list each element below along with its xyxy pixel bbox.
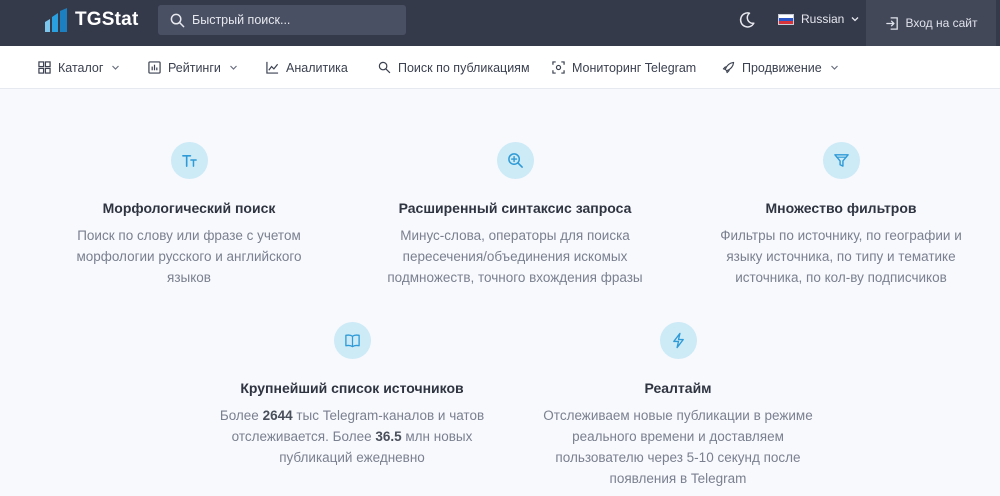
nav-item-catalog[interactable]: Каталог bbox=[38, 46, 120, 89]
feature-morphology: Морфологический поиск Поиск по слову или… bbox=[58, 142, 320, 288]
feature-icon-circle bbox=[333, 322, 371, 359]
search-input[interactable] bbox=[192, 13, 392, 27]
scan-icon bbox=[552, 61, 565, 74]
login-icon bbox=[885, 16, 898, 30]
desc-text: Более bbox=[219, 408, 263, 423]
channel-count: 2644 bbox=[262, 408, 293, 423]
nav-label: Мониторинг Telegram bbox=[572, 60, 697, 75]
chevron-down-icon bbox=[229, 65, 237, 70]
nav-label: Аналитика bbox=[286, 60, 348, 75]
feature-sources: Крупнейший список источников Более 2644 … bbox=[212, 322, 492, 468]
nav-label: Продвижение bbox=[742, 60, 822, 75]
lightning-icon bbox=[672, 332, 684, 349]
nav-item-post-search[interactable]: Поиск по публикациям bbox=[378, 46, 530, 89]
main-nav: Каталог Рейтинги Аналитика Поиск по публ… bbox=[0, 46, 1000, 89]
feature-title: Крупнейший список источников bbox=[240, 380, 464, 396]
chevron-down-icon bbox=[112, 65, 120, 70]
nav-label: Рейтинги bbox=[168, 60, 221, 75]
feature-title: Расширенный синтаксис запроса bbox=[398, 200, 632, 216]
nav-label: Поиск по публикациям bbox=[398, 60, 530, 75]
russia-flag-icon bbox=[778, 13, 794, 25]
feature-description: Поиск по слову или фразе с учетом морфол… bbox=[76, 228, 302, 285]
feature-description: Минус-слова, операторы для поиска пересе… bbox=[387, 228, 643, 285]
feature-syntax: Расширенный синтаксис запроса Минус-слов… bbox=[380, 142, 650, 288]
login-label: Вход на сайт bbox=[905, 16, 978, 30]
search-icon bbox=[170, 13, 185, 27]
feature-description: Фильтры по источнику, по географии и язы… bbox=[720, 228, 962, 285]
feature-icon-circle bbox=[496, 142, 534, 179]
feature-icon-circle bbox=[659, 322, 697, 359]
post-count: 36.5 bbox=[375, 429, 402, 444]
text-type-icon bbox=[181, 154, 197, 167]
zoom-in-icon bbox=[507, 153, 523, 168]
logo[interactable]: TGStat bbox=[44, 8, 138, 32]
nav-item-ratings[interactable]: Рейтинги bbox=[148, 46, 238, 89]
feature-description: Отслеживаем новые публикации в режиме ре… bbox=[543, 408, 813, 486]
nav-item-analytics[interactable]: Аналитика bbox=[266, 46, 348, 89]
feature-title: Морфологический поиск bbox=[102, 200, 276, 216]
feature-description: Более 2644 тыс Telegram-каналов и чатов … bbox=[212, 405, 492, 468]
ranking-icon bbox=[148, 61, 161, 74]
logo-icon bbox=[45, 8, 67, 32]
feature-title: Множество фильтров bbox=[765, 200, 917, 216]
feature-icon-circle bbox=[822, 142, 860, 179]
nav-item-monitoring[interactable]: Мониторинг Telegram bbox=[552, 46, 696, 89]
feature-realtime: Реалтайм Отслеживаем новые публикации в … bbox=[540, 322, 816, 489]
search-box[interactable] bbox=[158, 5, 406, 35]
login-button[interactable]: Вход на сайт bbox=[866, 0, 996, 46]
nav-label: Каталог bbox=[58, 60, 104, 75]
language-selector[interactable]: Russian bbox=[778, 12, 859, 26]
rocket-icon bbox=[722, 61, 735, 74]
chart-line-icon bbox=[266, 61, 279, 74]
brand-name: TGStat bbox=[75, 9, 139, 30]
feature-filters: Множество фильтров Фильтры по источнику,… bbox=[706, 142, 976, 288]
search-icon bbox=[378, 61, 391, 74]
top-bar: TGStat Russian Вход на сайт bbox=[0, 0, 1000, 46]
chevron-down-icon bbox=[851, 17, 859, 22]
chevron-down-icon bbox=[830, 65, 838, 70]
book-icon bbox=[344, 334, 360, 348]
feature-title: Реалтайм bbox=[644, 380, 712, 396]
filter-icon bbox=[833, 154, 849, 167]
nav-item-promotion[interactable]: Продвижение bbox=[722, 46, 839, 89]
moon-icon[interactable] bbox=[738, 11, 756, 29]
grid-icon bbox=[38, 61, 51, 74]
language-label: Russian bbox=[801, 12, 845, 26]
feature-icon-circle bbox=[170, 142, 208, 179]
